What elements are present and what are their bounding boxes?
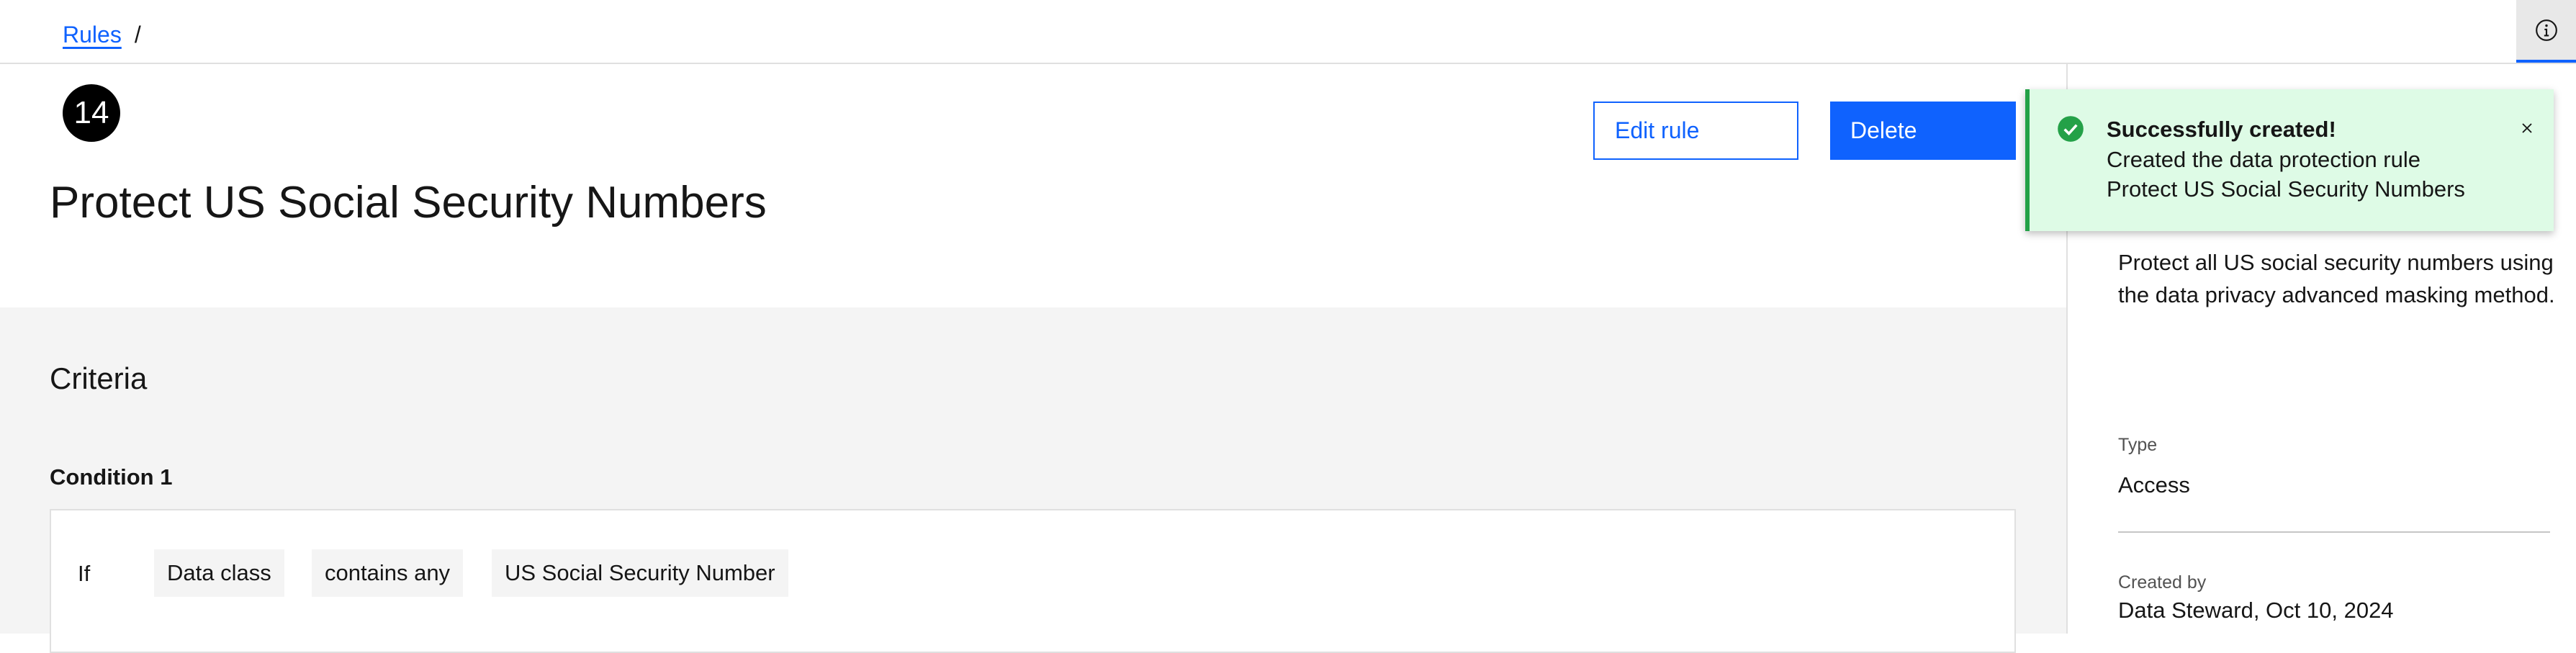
checkmark-filled-icon [2058, 116, 2084, 142]
info-button[interactable] [2516, 0, 2576, 63]
success-toast: Successfully created! Created the data p… [2025, 89, 2554, 231]
breadcrumb: Rules / [63, 22, 141, 48]
condition-tag-value: US Social Security Number [492, 549, 788, 597]
type-label: Type [2118, 435, 2158, 455]
info-icon [2535, 19, 2557, 41]
condition-card: If Data class contains any US Social Sec… [50, 509, 2016, 653]
condition-label: Condition 1 [50, 464, 173, 490]
details-divider [2118, 531, 2550, 533]
type-value: Access [2118, 472, 2190, 497]
top-bar: Rules / [0, 0, 2576, 64]
toast-title: Successfully created! [2107, 117, 2336, 142]
breadcrumb-separator: / [134, 22, 141, 48]
edit-rule-button[interactable]: Edit rule [1593, 102, 1798, 160]
toast-message-line-1: Created the data protection rule [2107, 147, 2420, 172]
close-icon [2522, 123, 2532, 133]
toast-message-line-2: Protect US Social Security Numbers [2107, 176, 2465, 202]
rule-description: Protect all US social security numbers u… [2118, 250, 2555, 307]
created-by-label: Created by [2118, 572, 2207, 593]
breadcrumb-link-rules[interactable]: Rules [63, 22, 122, 48]
toast-close-button[interactable] [2514, 115, 2540, 141]
condition-tag-operator: contains any [312, 549, 464, 597]
step-badge: 14 [63, 84, 120, 142]
criteria-section: Criteria Condition 1 If Data class conta… [0, 307, 2066, 653]
condition-tag-property: Data class [154, 549, 284, 597]
page-title: Protect US Social Security Numbers [50, 178, 767, 228]
condition-if-label: If [78, 561, 91, 586]
criteria-heading: Criteria [50, 361, 148, 395]
created-by-value: Data Steward, Oct 10, 2024 [2118, 598, 2394, 623]
delete-button[interactable]: Delete [1830, 102, 2016, 160]
